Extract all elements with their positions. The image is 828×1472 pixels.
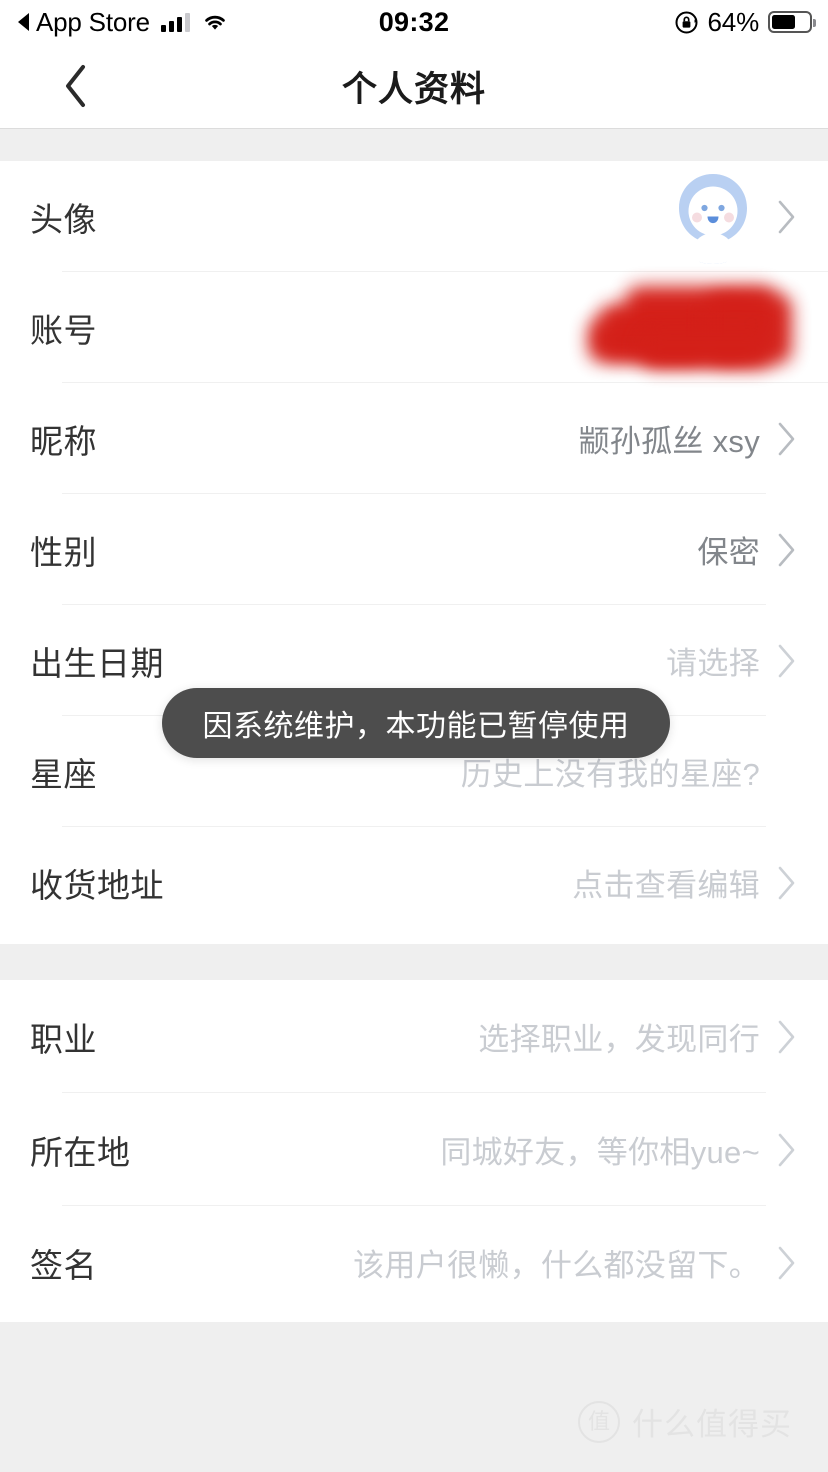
status-bar: App Store 09:32 64% — [0, 0, 828, 44]
profile-screen: App Store 09:32 64% 个人资料 头像 账号 189 昵称 颛孙… — [0, 0, 828, 1472]
default-avatar-icon — [666, 169, 760, 264]
profile-section-secondary: 职业 选择职业，发现同行 所在地 同城好友，等你相yue~ 签名 该用户很懒，什… — [0, 980, 828, 1322]
chevron-right-icon — [776, 421, 798, 457]
row-label: 昵称 — [30, 422, 97, 460]
row-value: 颛孙孤丝 xsy — [578, 424, 760, 459]
battery-percent-label: 64% — [707, 6, 760, 37]
row-value: 同城好友，等你相yue~ — [440, 1135, 760, 1170]
row-gender[interactable]: 性别 保密 — [0, 494, 828, 605]
section-gap-middle — [0, 944, 828, 980]
row-signature[interactable]: 签名 该用户很懒，什么都没留下。 — [0, 1206, 828, 1319]
row-avatar[interactable]: 头像 — [0, 161, 828, 272]
row-location[interactable]: 所在地 同城好友，等你相yue~ — [0, 1093, 828, 1206]
chevron-right-icon — [776, 532, 798, 568]
row-account[interactable]: 账号 189 — [0, 272, 828, 383]
chevron-right-icon — [776, 643, 798, 679]
chevron-placeholder — [776, 754, 798, 790]
row-shipping-address[interactable]: 收货地址 点击查看编辑 — [0, 827, 828, 938]
row-label: 性别 — [30, 533, 97, 571]
row-label: 收货地址 — [30, 866, 164, 904]
chevron-right-icon — [776, 865, 798, 901]
nav-bar: 个人资料 — [0, 44, 828, 128]
section-gap-top — [0, 128, 828, 161]
section-gap-bottom — [0, 1322, 828, 1472]
chevron-right-icon — [776, 1245, 798, 1281]
chevron-placeholder — [776, 310, 798, 346]
row-value: 189 — [707, 309, 760, 345]
row-label: 账号 — [30, 311, 97, 349]
status-bar-right: 64% — [674, 0, 816, 44]
watermark: 值 什么值得买 — [578, 1399, 792, 1444]
row-label: 所在地 — [30, 1133, 131, 1171]
chevron-right-icon — [776, 1019, 798, 1055]
row-label: 职业 — [30, 1020, 97, 1058]
watermark-badge-icon: 值 — [578, 1400, 620, 1443]
row-value: 选择职业，发现同行 — [478, 1022, 760, 1057]
row-value: 该用户很懒，什么都没留下。 — [353, 1248, 760, 1283]
row-label: 签名 — [30, 1246, 97, 1284]
watermark-label: 什么值得买 — [632, 1407, 792, 1442]
battery-icon — [768, 11, 816, 33]
row-nickname[interactable]: 昵称 颛孙孤丝 xsy — [0, 383, 828, 494]
row-value: 点击查看编辑 — [572, 868, 760, 903]
chevron-right-icon — [776, 1132, 798, 1168]
row-label: 出生日期 — [30, 644, 164, 682]
row-value: 请选择 — [666, 646, 760, 681]
page-title: 个人资料 — [341, 69, 486, 109]
profile-section-primary: 头像 账号 189 昵称 颛孙孤丝 xsy 性别 保密 出生日期 请选择 星座 … — [0, 161, 828, 944]
row-label: 星座 — [30, 755, 97, 793]
chevron-right-icon — [776, 199, 798, 235]
toast-text: 因系统维护，本功能已暂停使用 — [202, 710, 630, 743]
row-label: 头像 — [30, 200, 97, 238]
rotation-lock-icon — [674, 10, 699, 35]
row-value: 保密 — [697, 535, 760, 570]
row-occupation[interactable]: 职业 选择职业，发现同行 — [0, 980, 828, 1093]
toast-message: 因系统维护，本功能已暂停使用 — [162, 688, 670, 758]
